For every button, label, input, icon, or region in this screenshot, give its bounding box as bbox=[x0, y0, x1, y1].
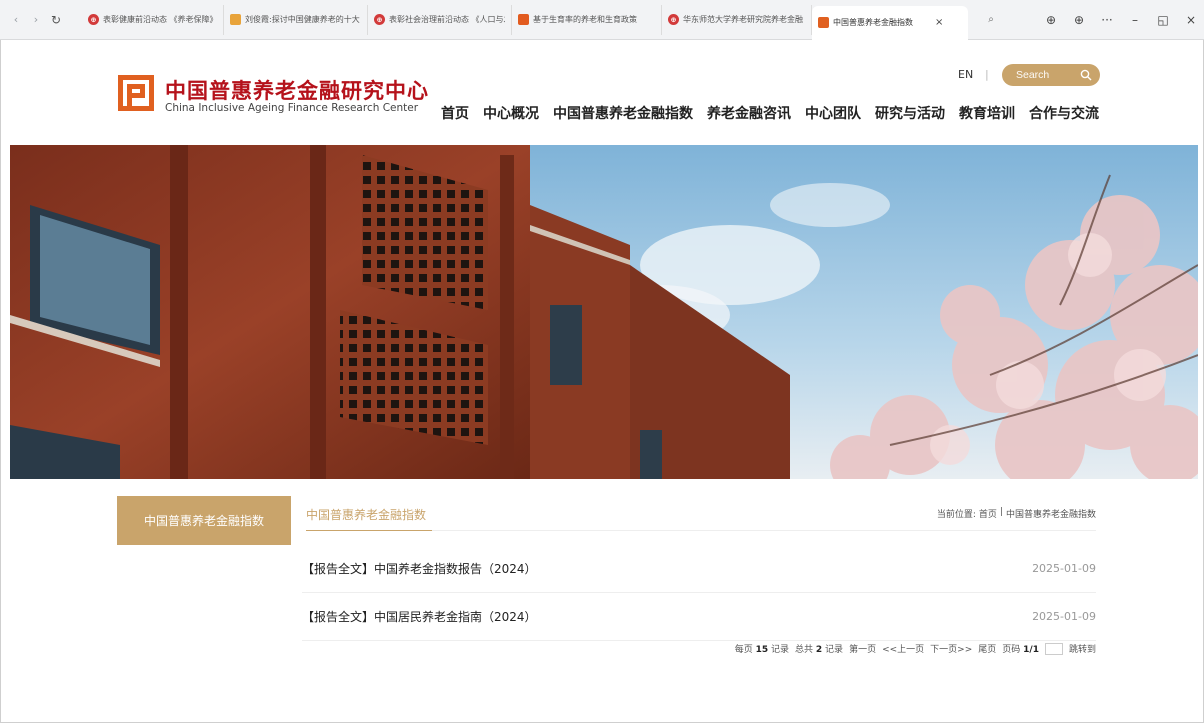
list-item[interactable]: 【报告全文】中国居民养老金指南（2024） 2025-01-09 bbox=[302, 593, 1096, 641]
article-list: 【报告全文】中国养老金指数报告（2024） 2025-01-09 【报告全文】中… bbox=[302, 545, 1096, 641]
article-date: 2025-01-09 bbox=[1032, 610, 1096, 623]
list-item[interactable]: 【报告全文】中国养老金指数报告（2024） 2025-01-09 bbox=[302, 545, 1096, 593]
page-prefix: 页码 bbox=[1002, 645, 1021, 655]
nav-item-education[interactable]: 教育培训 bbox=[959, 103, 1015, 123]
tab-title: 基于生育率的养老和生育政策 bbox=[533, 15, 637, 24]
minimize-icon[interactable]: – bbox=[1128, 13, 1142, 27]
last-page-link[interactable]: 尾页 bbox=[978, 642, 996, 655]
article-date: 2025-01-09 bbox=[1032, 562, 1096, 575]
hero-banner-image bbox=[10, 145, 1198, 479]
section-title: 中国普惠养老金融指数 bbox=[306, 508, 427, 522]
article-title[interactable]: 【报告全文】中国养老金指数报告（2024） bbox=[302, 560, 537, 577]
total-count: 2 bbox=[815, 645, 823, 655]
nav-item-team[interactable]: 中心团队 bbox=[805, 103, 861, 123]
pagination: 每页 15 记录 总共 2 记录 第一页 <<上一页 下一页>> 尾页 页码 1… bbox=[735, 642, 1096, 655]
breadcrumb-separator: | bbox=[999, 507, 1003, 517]
total-info: 总共 2 记录 bbox=[795, 642, 843, 655]
language-switch[interactable]: EN bbox=[958, 68, 973, 81]
browser-tabs: ⊕ 表彰健康前沿动态 《养老保障》 刘俊霞:探讨中国健康养老的十大 ⊕ 表彰社会… bbox=[82, 0, 1002, 40]
breadcrumb-prefix: 当前位置: bbox=[936, 510, 976, 520]
logo-title[interactable]: 中国普惠养老金融研究中心 bbox=[165, 75, 429, 105]
per-page-count: 15 bbox=[755, 645, 769, 655]
search-box bbox=[1002, 64, 1100, 86]
nav-item-about[interactable]: 中心概况 bbox=[483, 103, 539, 123]
logo-subtitle: China Inclusive Ageing Finance Research … bbox=[165, 102, 419, 114]
download-icon[interactable]: ⊕ bbox=[1044, 13, 1058, 27]
page-jump-input[interactable] bbox=[1044, 642, 1063, 655]
nav-item-home[interactable]: 首页 bbox=[441, 103, 469, 123]
nav-item-research[interactable]: 研究与活动 bbox=[875, 103, 945, 123]
tab-title: 表彰社会治理前沿动态 《人口与发展》 bbox=[389, 15, 505, 24]
restore-icon[interactable]: ◱ bbox=[1156, 13, 1170, 27]
tab-favicon-icon: ⊕ bbox=[88, 14, 99, 25]
sidebar-item-index[interactable]: 中国普惠养老金融指数 bbox=[117, 496, 291, 545]
search-icon[interactable] bbox=[1080, 69, 1092, 81]
nav-item-index[interactable]: 中国普惠养老金融指数 bbox=[553, 103, 693, 123]
tab-title: 华东师范大学养老研究院养老金融 bbox=[683, 15, 803, 24]
tab-title: 中国普惠养老金融指数 bbox=[833, 18, 913, 27]
per-page-prefix: 每页 bbox=[734, 645, 753, 655]
page-number: 1/1 bbox=[1023, 645, 1039, 655]
per-page-suffix: 记录 bbox=[771, 645, 790, 655]
site-header: 中国普惠养老金融研究中心 China Inclusive Ageing Fina… bbox=[0, 41, 1204, 145]
hero-banner bbox=[10, 145, 1198, 479]
section-title-underline bbox=[306, 530, 432, 531]
logo-icon[interactable] bbox=[118, 75, 154, 111]
globe-icon[interactable]: ⊕ bbox=[1072, 13, 1086, 27]
article-title[interactable]: 【报告全文】中国居民养老金指南（2024） bbox=[302, 608, 537, 625]
back-icon[interactable]: ‹ bbox=[8, 12, 24, 28]
browser-tab[interactable]: 基于生育率的养老和生育政策 bbox=[512, 4, 662, 35]
page-info: 页码 1/1 bbox=[1002, 642, 1039, 655]
tab-title: 刘俊霞:探讨中国健康养老的十大 bbox=[245, 15, 360, 24]
browser-tab[interactable]: 刘俊霞:探讨中国健康养老的十大 bbox=[224, 4, 368, 35]
breadcrumb: 当前位置: 首页 | 中国普惠养老金融指数 bbox=[937, 507, 1096, 520]
first-page-link[interactable]: 第一页 bbox=[849, 642, 876, 655]
forward-icon[interactable]: › bbox=[28, 12, 44, 28]
breadcrumb-current[interactable]: 中国普惠养老金融指数 bbox=[1006, 507, 1096, 520]
nav-item-cooperation[interactable]: 合作与交流 bbox=[1029, 103, 1099, 123]
search-input[interactable] bbox=[1016, 69, 1076, 81]
total-suffix: 记录 bbox=[825, 645, 844, 655]
browser-tab-active[interactable]: 中国普惠养老金融指数 × bbox=[812, 5, 968, 40]
per-page-info: 每页 15 记录 bbox=[735, 642, 789, 655]
main-nav: 首页 中心概况 中国普惠养老金融指数 养老金融咨讯 中心团队 研究与活动 教育培… bbox=[441, 103, 1099, 123]
window-controls: ⊕ ⊕ ··· – ◱ × bbox=[1044, 0, 1198, 40]
browser-tab[interactable]: ⊕ 表彰健康前沿动态 《养老保障》 bbox=[82, 4, 224, 35]
tab-favicon-icon: ⊕ bbox=[374, 14, 385, 25]
nav-item-news[interactable]: 养老金融咨讯 bbox=[707, 103, 791, 123]
browser-tab[interactable]: ⊕ 华东师范大学养老研究院养老金融 bbox=[662, 4, 812, 35]
prev-page-link[interactable]: <<上一页 bbox=[882, 642, 924, 655]
tab-search-icon[interactable]: ⌕ bbox=[980, 14, 1002, 25]
tab-favicon-icon: ⊕ bbox=[668, 14, 679, 25]
browser-tab[interactable]: ⊕ 表彰社会治理前沿动态 《人口与发展》 bbox=[368, 4, 512, 35]
more-icon[interactable]: ··· bbox=[1100, 13, 1114, 27]
section-divider bbox=[432, 530, 1096, 531]
breadcrumb-home[interactable]: 首页 bbox=[979, 507, 997, 520]
browser-nav-buttons: ‹ › ↻ bbox=[0, 12, 82, 28]
tab-favicon-icon bbox=[230, 14, 241, 25]
tab-title: 表彰健康前沿动态 《养老保障》 bbox=[103, 15, 217, 24]
tab-favicon-icon bbox=[518, 14, 529, 25]
close-window-icon[interactable]: × bbox=[1184, 13, 1198, 27]
browser-tab-strip: ‹ › ↻ ⊕ 表彰健康前沿动态 《养老保障》 刘俊霞:探讨中国健康养老的十大 … bbox=[0, 0, 1204, 40]
tab-favicon-icon bbox=[818, 17, 829, 28]
language-separator: | bbox=[985, 68, 989, 81]
total-prefix: 总共 bbox=[795, 645, 814, 655]
page-jump-button[interactable]: 跳转到 bbox=[1069, 642, 1096, 655]
reload-icon[interactable]: ↻ bbox=[48, 12, 64, 28]
tab-close-icon[interactable]: × bbox=[935, 17, 943, 28]
next-page-link[interactable]: 下一页>> bbox=[930, 642, 972, 655]
